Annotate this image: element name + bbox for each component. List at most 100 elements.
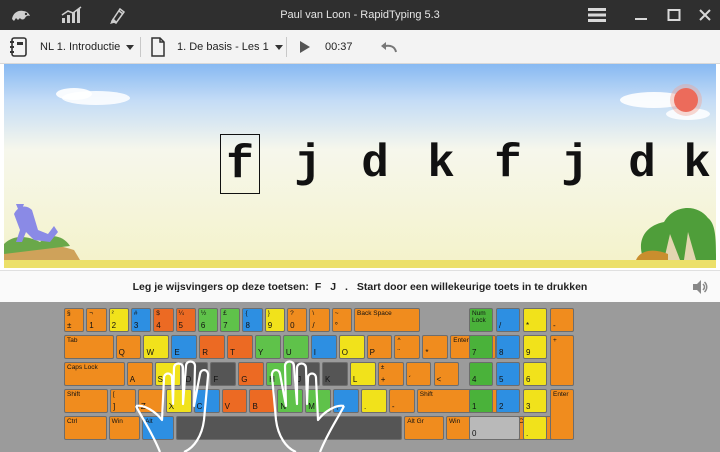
lesson-letter: k: [683, 138, 711, 190]
numpad-key: 8: [496, 335, 520, 359]
speaker-icon[interactable]: [692, 279, 708, 298]
key-top-label: ½: [200, 310, 207, 317]
key-label: 9: [267, 321, 273, 330]
keyboard-key: *: [422, 335, 449, 359]
key-label: 6: [200, 321, 206, 330]
numpad-key: Num Lock: [469, 308, 493, 332]
key-label: L: [352, 375, 358, 384]
numpad-key: 0: [469, 416, 520, 440]
key-label: 9: [526, 348, 531, 357]
key-top-label: }: [267, 310, 270, 317]
keyboard-key: P: [366, 335, 393, 359]
key-label: /: [499, 321, 502, 330]
close-icon[interactable]: [692, 0, 718, 30]
key-label: 0: [290, 321, 295, 330]
maximize-icon[interactable]: [661, 0, 687, 30]
keyboard-key: {8: [242, 308, 263, 332]
numpad-key: .: [523, 416, 547, 440]
key-label: /: [312, 321, 315, 330]
lesson-letter-current: f: [220, 134, 260, 194]
key-label: ±: [67, 321, 72, 330]
key-label: 4: [472, 375, 477, 384]
key-top-label: #: [133, 310, 138, 317]
key-label: .: [364, 402, 367, 411]
instruction-prefix: Leg je wijsvingers op deze toetsen:: [132, 280, 309, 293]
hands-overlay: [135, 360, 345, 452]
key-label: *: [526, 321, 530, 330]
key-top-label: Ctrl: [67, 418, 78, 425]
window-title: Paul van Loon - RapidTyping 5.3: [280, 9, 440, 21]
virtual-keyboard-area: § ± ¬ 1 ² 2 #3 $4 ¼ 5 ½ 6 £7{8} 9? 0 \ / ~ ° Back Space Tab Q…: [0, 302, 720, 452]
keyboard-key: Back Space: [354, 308, 421, 332]
key-top-label: Win: [449, 418, 461, 425]
keyboard-key: ¼5: [175, 308, 196, 332]
key-label: ]: [113, 402, 116, 411]
key-label: ¨: [397, 348, 401, 357]
keyboard-key: ²2: [108, 308, 129, 332]
key-top-label: Shift: [67, 391, 81, 398]
key-label: 5: [499, 375, 504, 384]
keyboard-key: -: [388, 389, 415, 413]
numpad-key: 5: [496, 362, 520, 386]
key-top-label: Enter: [553, 391, 569, 398]
numpad-key: 6: [523, 362, 547, 386]
key-label: 8: [245, 321, 250, 330]
app-window: Paul van Loon - RapidTyping 5.3 NL 1. In…: [0, 0, 720, 452]
key-label: 8: [499, 348, 504, 357]
keyboard-key: $4: [153, 308, 174, 332]
key-top-label: {: [245, 310, 248, 317]
keyboard-key: Ctrl: [64, 416, 107, 440]
key-top-label: £: [223, 310, 227, 317]
key-label: 7: [223, 321, 228, 330]
key-top-label: Shift: [419, 391, 433, 398]
key-top-label: ±: [380, 364, 385, 371]
toolbar: NL 1. Introductie 1. De basis - Les 1 00…: [0, 30, 720, 64]
numpad-key: 2: [496, 389, 520, 413]
lesson-letter: d: [361, 138, 389, 190]
numpad-key: *: [523, 308, 547, 332]
key-top-label: ~: [334, 310, 339, 317]
keyboard-key: § ±: [64, 308, 85, 332]
key-label: 3: [133, 321, 139, 330]
timer-display: 00:37: [325, 41, 353, 53]
key-label: 0: [472, 429, 477, 438]
lesson-letter: j: [294, 138, 322, 190]
key-label: 1: [472, 402, 477, 411]
toolbar-divider: [286, 37, 287, 57]
virtual-numpad: Num Lock / * - 7 8 9 4 5 6 1 2 3 0. + Enter: [469, 308, 577, 440]
numpad-key: 1: [469, 389, 493, 413]
keyboard-key: L: [349, 362, 376, 386]
key-top-label: Num Lock: [472, 310, 486, 324]
key-label: 7: [472, 348, 477, 357]
key-top-label: $: [156, 310, 160, 317]
lesson-ground-strip: [4, 260, 716, 268]
key-top-label: ¼: [178, 310, 184, 317]
minimize-icon[interactable]: [628, 0, 654, 30]
hamburger-menu-icon[interactable]: [584, 0, 610, 30]
key-top-label: Win: [111, 418, 123, 425]
keyboard-key: ¬ 1: [86, 308, 107, 332]
key-label: +: [380, 375, 386, 384]
instruction-bar: Leg je wijsvingers op deze toetsen: F J …: [0, 270, 720, 302]
lesson-letter: j: [561, 138, 589, 190]
title-bar: Paul van Loon - RapidTyping 5.3: [0, 0, 720, 30]
keyboard-key: ± +: [377, 362, 404, 386]
keyboard-key: Tab: [64, 335, 114, 359]
course-dropdown[interactable]: NL 1. Introductie: [40, 30, 135, 64]
key-label: 2: [499, 402, 504, 411]
key-label: 4: [156, 321, 161, 330]
restart-icon[interactable]: [380, 30, 398, 64]
play-icon[interactable]: [299, 30, 311, 64]
numpad-key: /: [496, 308, 520, 332]
lesson-dropdown[interactable]: 1. De basis - Les 1: [177, 30, 283, 64]
lesson-letter: k: [427, 138, 455, 190]
key-label: .: [526, 429, 529, 438]
numpad-key: 4: [469, 362, 493, 386]
course-book-icon[interactable]: [9, 30, 29, 64]
lesson-page-icon[interactable]: [150, 30, 166, 64]
key-top-label: Enter: [453, 337, 469, 344]
key-top-label: Tab: [67, 337, 78, 344]
key-top-label: \: [312, 310, 315, 317]
numpad-plus-key: +: [550, 335, 574, 386]
numpad-key: 9: [523, 335, 547, 359]
